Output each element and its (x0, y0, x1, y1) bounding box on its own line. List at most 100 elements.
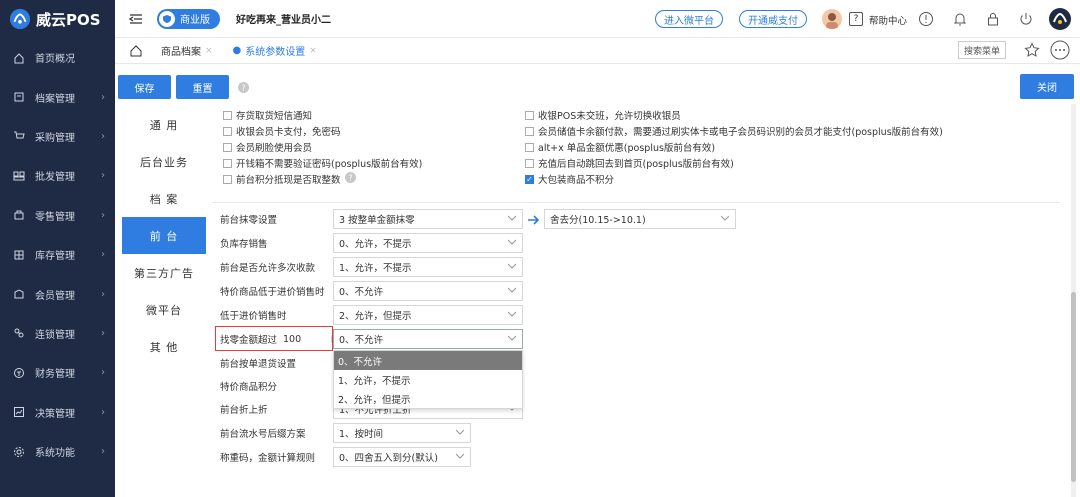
sidebar-item-label: 决策管理 (35, 408, 75, 420)
checkbox[interactable] (223, 126, 232, 136)
retail-icon (14, 210, 24, 220)
scrollbar-thumb[interactable] (1071, 292, 1076, 482)
checkbox[interactable] (223, 110, 232, 120)
sidebar-item-label: 采购管理 (35, 132, 75, 144)
help-center-link[interactable]: 帮助中心 (869, 13, 907, 27)
help-icon[interactable]: ? (345, 172, 356, 183)
sidebar-item-6[interactable]: 会员管理 › (0, 274, 115, 313)
setting-label: 前台是否允许多次收款 (220, 256, 315, 278)
category-item[interactable]: 档 案 (122, 180, 206, 217)
setting-select[interactable]: 0、允许，不提示 (333, 233, 523, 253)
checkbox-label: 前台积分抵现是否取整数 (236, 175, 341, 186)
more-icon[interactable] (1050, 40, 1070, 60)
open-wei-pay-button[interactable]: 开通威支付 (739, 10, 807, 28)
sidebar-item-label: 档案管理 (35, 93, 75, 105)
checkbox-option[interactable]: 充值后自动跳回去到首页(posplus版前台有效) (525, 156, 734, 170)
search-menu-input[interactable]: 搜索菜单 (958, 41, 1006, 59)
setting-select[interactable]: 0、四舍五入到分(默认) (333, 447, 471, 467)
sidebar-item-2[interactable]: 采购管理 › (0, 117, 115, 156)
sidebar-item-5[interactable]: 库存管理 › (0, 235, 115, 274)
category-item[interactable]: 后台业务 (122, 143, 206, 180)
sidebar-item-label: 首页概况 (35, 54, 75, 66)
sidebar-item-0[interactable]: 首页概况 (0, 38, 115, 77)
dropdown-option[interactable]: 2、允许，但提示 (334, 389, 522, 408)
tab-product-archive[interactable]: 商品档案 × (151, 38, 223, 64)
sidebar-item-10[interactable]: 系统功能 › (0, 432, 115, 471)
setting-label: 前台流水号后缀方案 (220, 422, 306, 444)
sidebar-item-8[interactable]: 财务管理 › (0, 353, 115, 392)
sidebar-item-label: 系统功能 (35, 448, 75, 460)
checkbox-option[interactable]: 前台积分抵现是否取整数 (223, 172, 341, 186)
avatar[interactable] (822, 9, 842, 29)
checkbox-option[interactable]: 会员储值卡余额付款，需要通过刷实体卡或电子会员码识别的会员才能支付(posplu… (525, 124, 943, 138)
tab-label: 商品档案 (161, 47, 201, 58)
question-icon[interactable]: ? (849, 12, 863, 26)
sidebar-item-label: 会员管理 (35, 290, 75, 302)
checkbox-option[interactable]: ✓ 大包装商品不积分 (525, 172, 614, 186)
close-icon[interactable]: × (309, 46, 317, 56)
chart-icon (14, 407, 24, 418)
rounding-select[interactable]: 舍去分(10.15->10.1) (544, 209, 736, 229)
sidebar-item-3[interactable]: 批发管理 › (0, 156, 115, 195)
dropdown-option[interactable]: 1、允许，不提示 (334, 370, 522, 389)
setting-select[interactable]: 3 按整单金额抹零 (333, 209, 523, 229)
home-icon[interactable] (129, 44, 143, 58)
shield-icon (159, 10, 175, 27)
chevron-right-icon: › (101, 91, 105, 103)
setting-select[interactable]: 0、不允许 (333, 329, 523, 349)
checkbox-label: alt+x 单品金额优惠(posplus版前台有效) (538, 143, 716, 154)
category-item[interactable]: 其 他 (122, 328, 206, 365)
close-button[interactable]: 关闭 (1020, 74, 1074, 99)
category-item[interactable]: 微平台 (122, 291, 206, 328)
dropdown-option[interactable]: 0、不允许 (334, 351, 522, 370)
lock-icon[interactable] (985, 11, 1001, 27)
setting-select[interactable]: 2、允许，但提示 (333, 305, 523, 325)
checkbox-option[interactable]: 会员刷脸使用会员 (223, 140, 312, 154)
checkbox-label: 会员储值卡余额付款，需要通过刷实体卡或电子会员码识别的会员才能支付(posplu… (538, 127, 943, 138)
category-item[interactable]: 第三方广告 (122, 254, 206, 291)
checkbox[interactable] (223, 174, 232, 184)
category-list: 通 用后台业务档 案前 台第三方广告 微平台其 他 (122, 106, 206, 365)
tab-system-settings[interactable]: ● 系统参数设置 × (223, 38, 327, 64)
setting-label-text: 称重码，金额计算规则 (220, 453, 316, 464)
setting-select[interactable]: 0、不允许 (333, 281, 523, 301)
help-icon[interactable]: ? (238, 82, 249, 93)
checkbox[interactable] (525, 126, 534, 136)
sidebar: 威云POS 首页概况 档案管理 › 采购管理 › 批发管理 › 零售管理 › 库存管理 › 会员管理 ›… (0, 0, 115, 497)
checkbox[interactable] (525, 142, 534, 152)
checkbox[interactable] (525, 110, 534, 120)
category-item[interactable]: 前 台 (122, 217, 206, 254)
sidebar-item-1[interactable]: 档案管理 › (0, 77, 115, 116)
setting-select[interactable]: 1、允许，不提示 (333, 257, 523, 277)
close-icon[interactable]: × (205, 46, 213, 56)
checkbox[interactable] (223, 142, 232, 152)
checkbox-option[interactable]: 存货取货短信通知 (223, 108, 312, 122)
save-button[interactable]: 保存 (118, 75, 171, 99)
setting-label: 前台按单退货设置 (220, 352, 296, 374)
power-icon[interactable] (1018, 11, 1034, 27)
sidebar-item-9[interactable]: 决策管理 › (0, 393, 115, 432)
chevron-right-icon: › (101, 249, 105, 261)
sidebar-item-4[interactable]: 零售管理 › (0, 196, 115, 235)
bell-icon[interactable] (952, 11, 968, 27)
category-item[interactable]: 通 用 (122, 106, 206, 143)
checkbox[interactable] (223, 158, 232, 168)
checkbox-option[interactable]: alt+x 单品金额优惠(posplus版前台有效) (525, 140, 715, 154)
checkbox-option[interactable]: 开钱箱不需要验证密码(posplus版前台有效) (223, 156, 422, 170)
reset-button[interactable]: 重置 (176, 75, 229, 99)
setting-select[interactable]: 1、按时间 (333, 423, 471, 443)
checkbox-option[interactable]: 收银POS未交班，允许切换收银员 (525, 108, 681, 122)
enter-micro-platform-button[interactable]: 进入微平台 (655, 10, 723, 28)
checkbox[interactable] (525, 158, 534, 168)
star-icon[interactable] (1024, 42, 1040, 58)
info-icon[interactable] (918, 11, 934, 27)
sidebar-item-7[interactable]: 连锁管理 › (0, 314, 115, 353)
setting-label: 前台折上折 (220, 398, 268, 420)
checkbox-option[interactable]: 收银会员卡支付，免密码 (223, 124, 341, 138)
chevron-down-icon (508, 239, 516, 245)
collapse-menu-icon[interactable] (129, 12, 143, 26)
home-icon (14, 52, 24, 64)
brand[interactable]: 威云POS (0, 0, 115, 38)
chevron-right-icon: › (101, 327, 105, 339)
checkbox[interactable]: ✓ (525, 174, 534, 184)
